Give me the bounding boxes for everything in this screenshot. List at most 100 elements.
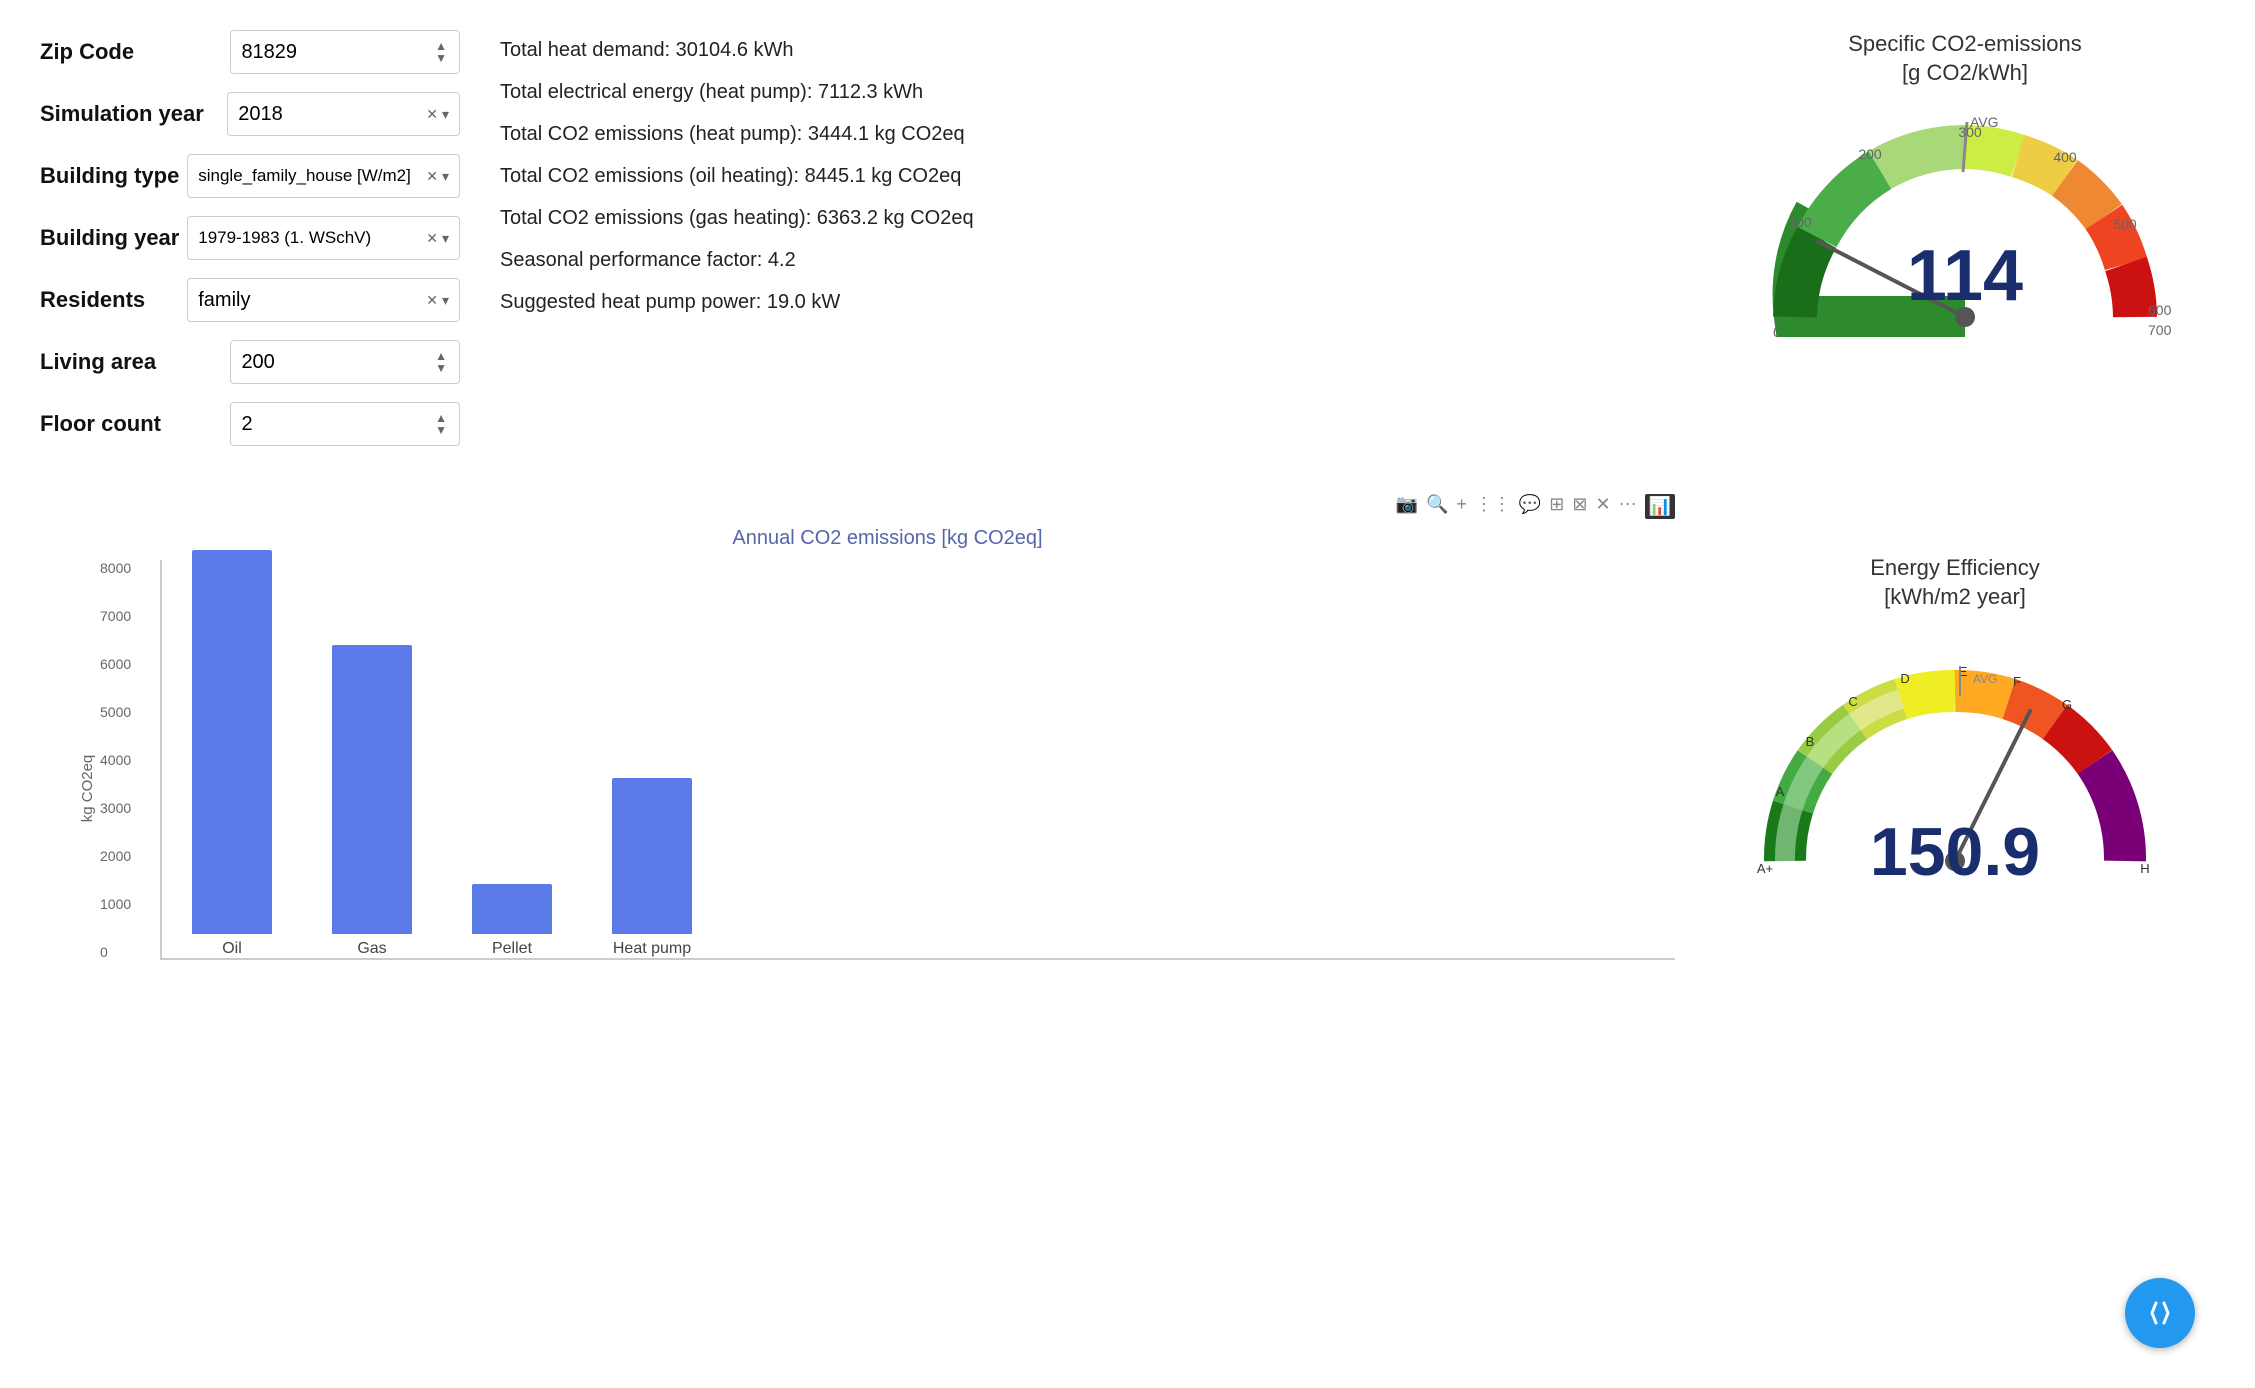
- residents-dropdown[interactable]: ▾: [442, 292, 449, 309]
- simulation-year-controls[interactable]: ✕ ▾: [426, 106, 449, 123]
- building-type-clear[interactable]: ✕: [426, 168, 438, 185]
- bottom-section: 📷 🔍 + ⋮⋮ 💬 ⊞ ⊠ ✕ ⋯ 📊 Annual CO2 emission…: [0, 494, 2255, 1040]
- co2-gauge-panel: Specific CO2-emissions [g CO2/kWh]: [1715, 30, 2215, 464]
- bar-heat-pump-rect: [612, 778, 692, 934]
- bar-chart-area: Oil Gas Pellet Heat pump: [160, 560, 1675, 960]
- toolbar-grid-icon[interactable]: ⋮⋮: [1475, 494, 1511, 519]
- living-area-spinner[interactable]: ▲ ▼: [433, 350, 449, 374]
- svg-text:100: 100: [1788, 214, 1812, 230]
- floor-count-input[interactable]: [241, 413, 421, 436]
- bar-pellet: Pellet: [472, 884, 552, 958]
- zip-code-down[interactable]: ▼: [433, 52, 449, 64]
- floor-count-input-wrapper[interactable]: ▲ ▼: [230, 402, 460, 446]
- floor-count-down[interactable]: ▼: [433, 424, 449, 436]
- stat-co2-gas: Total CO2 emissions (gas heating): 6363.…: [500, 198, 1675, 238]
- building-type-controls[interactable]: ✕ ▾: [426, 168, 449, 185]
- svg-text:A+: A+: [1757, 861, 1773, 876]
- svg-text:500: 500: [2113, 216, 2137, 232]
- svg-text:600: 600: [2148, 302, 2172, 318]
- bar-chart-title: Annual CO2 emissions [kg CO2eq]: [100, 527, 1675, 550]
- building-year-clear[interactable]: ✕: [426, 230, 438, 247]
- nav-button[interactable]: [2125, 1278, 2195, 1348]
- building-type-label: Building type: [40, 163, 187, 189]
- building-year-label: Building year: [40, 225, 187, 251]
- bar-chart-panel: 📷 🔍 + ⋮⋮ 💬 ⊞ ⊠ ✕ ⋯ 📊 Annual CO2 emission…: [40, 494, 1675, 1000]
- stat-suggested-power: Suggested heat pump power: 19.0 kW: [500, 282, 1675, 322]
- living-area-input-wrapper[interactable]: ▲ ▼: [230, 340, 460, 384]
- toolbar-box2-icon[interactable]: ⊠: [1572, 494, 1587, 519]
- zip-code-input[interactable]: [241, 41, 421, 64]
- stat-seasonal-perf: Seasonal performance factor: 4.2: [500, 240, 1675, 280]
- co2-gauge-title: Specific CO2-emissions [g CO2/kWh]: [1848, 30, 2082, 87]
- co2-gauge-container: Specific CO2-emissions [g CO2/kWh]: [1725, 30, 2205, 337]
- toolbar-chart-icon[interactable]: 📊: [1645, 494, 1675, 519]
- y-axis-labels: 8000 7000 6000 5000 4000 3000 2000 1000 …: [100, 560, 135, 960]
- stat-co2-heat-pump: Total CO2 emissions (heat pump): 3444.1 …: [500, 114, 1675, 154]
- building-type-row: Building type ✕ ▾: [40, 154, 460, 198]
- bar-pellet-label: Pellet: [492, 940, 532, 958]
- toolbar-camera-icon[interactable]: 📷: [1396, 494, 1418, 519]
- bar-oil-label: Oil: [222, 940, 242, 958]
- building-year-input-wrapper[interactable]: ✕ ▾: [187, 216, 460, 260]
- toolbar-close-icon[interactable]: ✕: [1595, 494, 1610, 519]
- energy-gauge-wrapper: A+ A B C D E F G H AVG: [1705, 621, 2205, 901]
- floor-count-label: Floor count: [40, 411, 230, 437]
- svg-text:D: D: [1900, 671, 1909, 686]
- bar-oil: Oil: [192, 550, 272, 958]
- residents-input[interactable]: [198, 289, 418, 312]
- stat-co2-oil: Total CO2 emissions (oil heating): 8445.…: [500, 156, 1675, 196]
- zip-code-spinner[interactable]: ▲ ▼: [433, 40, 449, 64]
- bar-pellet-rect: [472, 884, 552, 934]
- residents-clear[interactable]: ✕: [426, 292, 438, 309]
- floor-count-spinner[interactable]: ▲ ▼: [433, 412, 449, 436]
- svg-text:C: C: [1848, 694, 1857, 709]
- living-area-label: Living area: [40, 349, 230, 375]
- svg-text:200: 200: [1858, 146, 1882, 162]
- svg-text:AVG: AVG: [1973, 672, 1997, 686]
- simulation-year-input-wrapper[interactable]: ✕ ▾: [227, 92, 460, 136]
- svg-text:700: 700: [2148, 322, 2172, 337]
- bar-gas-rect: [332, 645, 412, 934]
- bar-gas-label: Gas: [357, 940, 386, 958]
- simulation-year-input[interactable]: [238, 103, 418, 126]
- residents-input-wrapper[interactable]: ✕ ▾: [187, 278, 460, 322]
- building-year-input[interactable]: [198, 228, 418, 248]
- svg-text:0: 0: [1773, 324, 1781, 337]
- building-year-controls[interactable]: ✕ ▾: [426, 230, 449, 247]
- bar-oil-rect: [192, 550, 272, 934]
- simulation-year-dropdown[interactable]: ▾: [442, 106, 449, 123]
- building-type-dropdown[interactable]: ▾: [442, 168, 449, 185]
- residents-row: Residents ✕ ▾: [40, 278, 460, 322]
- energy-gauge-container: Energy Efficiency [kWh/m2 year]: [1715, 554, 2195, 901]
- living-area-input[interactable]: [241, 351, 421, 374]
- co2-gauge-value: 114: [1907, 235, 2023, 317]
- svg-text:300: 300: [1958, 124, 1982, 140]
- building-year-row: Building year ✕ ▾: [40, 216, 460, 260]
- toolbar-comment-icon[interactable]: 💬: [1519, 494, 1541, 519]
- bar-heat-pump: Heat pump: [612, 778, 692, 958]
- building-type-input-wrapper[interactable]: ✕ ▾: [187, 154, 460, 198]
- stat-heat-demand: Total heat demand: 30104.6 kWh: [500, 30, 1675, 70]
- co2-gauge-wrapper: AVG 0 100 200 300 400 500 600 700: [1735, 97, 2195, 337]
- stats-panel: Total heat demand: 30104.6 kWh Total ele…: [500, 30, 1675, 464]
- toolbar-box1-icon[interactable]: ⊞: [1549, 494, 1564, 519]
- residents-controls[interactable]: ✕ ▾: [426, 292, 449, 309]
- svg-text:B: B: [1806, 734, 1815, 749]
- svg-text:A: A: [1776, 784, 1785, 799]
- building-year-dropdown[interactable]: ▾: [442, 230, 449, 247]
- y-axis-title: kg CO2eq: [79, 755, 96, 823]
- simulation-year-clear[interactable]: ✕: [426, 106, 438, 123]
- zip-code-row: Zip Code ▲ ▼: [40, 30, 460, 74]
- zip-code-input-wrapper[interactable]: ▲ ▼: [230, 30, 460, 74]
- zip-code-label: Zip Code: [40, 39, 230, 65]
- svg-text:G: G: [2062, 697, 2072, 712]
- building-type-input[interactable]: [198, 166, 418, 186]
- toolbar-plus-icon[interactable]: +: [1456, 494, 1467, 519]
- living-area-down[interactable]: ▼: [433, 362, 449, 374]
- toolbar-dots-icon[interactable]: ⋯: [1619, 494, 1637, 519]
- living-area-row: Living area ▲ ▼: [40, 340, 460, 384]
- simulation-year-label: Simulation year: [40, 101, 227, 127]
- toolbar-zoom-icon[interactable]: 🔍: [1426, 494, 1448, 519]
- chart-toolbar[interactable]: 📷 🔍 + ⋮⋮ 💬 ⊞ ⊠ ✕ ⋯ 📊: [100, 494, 1675, 519]
- energy-gauge-panel: Energy Efficiency [kWh/m2 year]: [1715, 494, 2215, 1000]
